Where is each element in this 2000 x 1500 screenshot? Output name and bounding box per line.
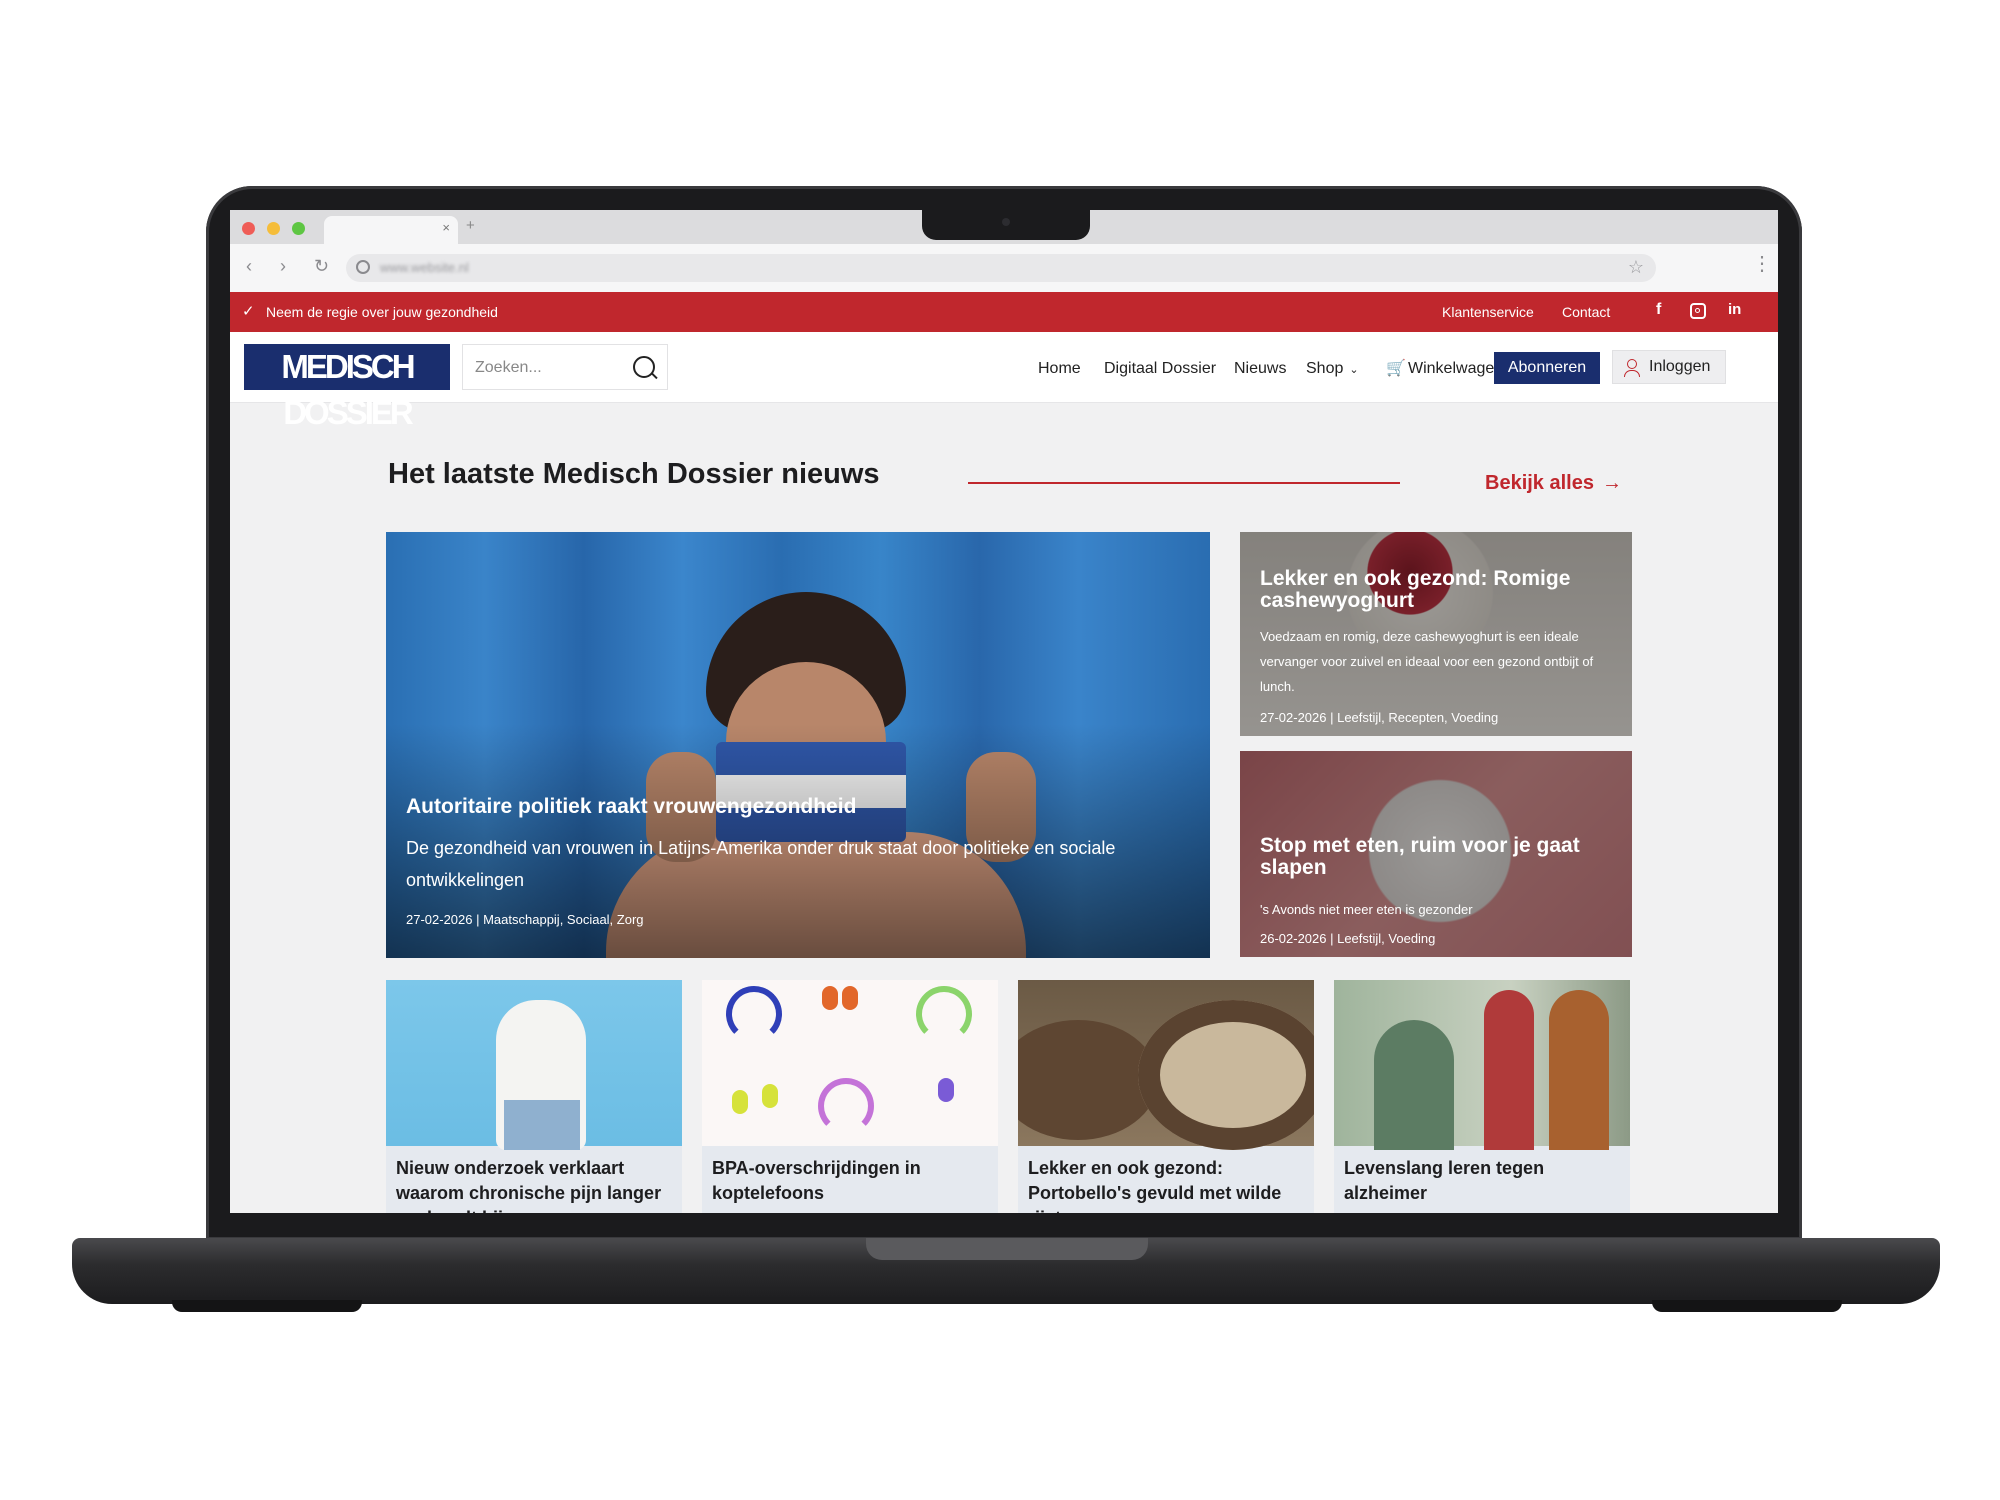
nav-home[interactable]: Home <box>1038 360 1081 378</box>
arrow-right-icon: → <box>1601 472 1622 494</box>
subscribe-button[interactable]: Abonneren <box>1494 352 1600 384</box>
site-logo[interactable]: MEDISCH DOSSIER <box>244 344 450 431</box>
article-title[interactable]: BPA-overschrijdingen in koptelefoons <box>712 1156 988 1206</box>
earbud-icon <box>822 986 838 1010</box>
featured-article-card[interactable]: Autoritaire politiek raakt vrouwengezond… <box>386 532 1210 958</box>
article-card[interactable]: Lekker en ook gezond: Portobello's gevul… <box>1018 980 1314 1213</box>
see-all-link[interactable]: Bekijk alles → <box>1485 472 1622 495</box>
laptop-screen: × + ‹ › ↻ www.website.nl ☆ ⋮ ✓ Neem de r… <box>230 210 1778 1213</box>
login-button[interactable]: Inloggen <box>1612 350 1726 384</box>
nav-nieuws[interactable]: Nieuws <box>1234 360 1286 378</box>
see-all-label: Bekijk alles <box>1485 472 1594 494</box>
laptop-hinge-groove <box>866 1238 1148 1260</box>
customer-service-link[interactable]: Klantenservice <box>1442 304 1534 320</box>
kebab-menu-icon[interactable]: ⋮ <box>1752 254 1772 274</box>
photo-mushroom <box>1138 1000 1314 1150</box>
facebook-icon[interactable]: f <box>1656 301 1661 319</box>
site-top-bar: ✓ Neem de regie over jouw gezondheid Kla… <box>230 292 1778 332</box>
browser-toolbar: ‹ › ↻ www.website.nl ☆ ⋮ <box>230 244 1778 293</box>
article-card[interactable]: Nieuw onderzoek verklaart waarom chronis… <box>386 980 682 1213</box>
camera-icon <box>1002 218 1010 226</box>
nav-shop-label: Shop <box>1306 360 1344 377</box>
camera-notch <box>922 210 1090 240</box>
photo-person <box>1374 1020 1454 1150</box>
login-label: Inloggen <box>1649 358 1711 375</box>
earbud-icon <box>842 986 858 1010</box>
featured-excerpt: De gezondheid van vrouwen in Latijns-Ame… <box>406 838 1116 890</box>
earbud-icon <box>762 1084 778 1108</box>
star-icon[interactable]: ☆ <box>1628 257 1644 278</box>
browser-tab[interactable]: × <box>324 216 458 244</box>
section-divider <box>968 482 1400 484</box>
laptop-foot-left <box>172 1300 362 1312</box>
photo-person <box>1549 990 1609 1150</box>
side-article-card[interactable]: Stop met eten, ruim voor je gaat slapen … <box>1240 751 1632 957</box>
address-bar[interactable]: www.website.nl ☆ <box>346 254 1656 282</box>
side-article-excerpt: Voedzaam en romig, deze cashewyoghurt is… <box>1260 629 1594 694</box>
headphones-icon <box>916 986 972 1042</box>
article-thumbnail[interactable] <box>1334 980 1630 1150</box>
article-card[interactable]: Levenslang leren tegen alzheimer <box>1334 980 1630 1213</box>
featured-title[interactable]: Autoritaire politiek raakt vrouwengezond… <box>406 795 856 819</box>
nav-winkelwagen[interactable]: Winkelwagen <box>1408 360 1503 378</box>
site-header: MEDISCH DOSSIER Home Digitaal Dossier Ni… <box>230 332 1778 431</box>
chevron-down-icon: ⌄ <box>1349 364 1359 376</box>
linkedin-icon[interactable]: in <box>1728 301 1741 318</box>
search-box <box>462 344 668 390</box>
photo-person <box>1484 990 1534 1150</box>
side-article-title[interactable]: Lekker en ook gezond: Romige cashewyoghu… <box>1260 568 1620 612</box>
nav-shop[interactable]: Shop ⌄ <box>1306 360 1359 378</box>
side-article-card[interactable]: Lekker en ook gezond: Romige cashewyoghu… <box>1240 532 1632 736</box>
side-article-excerpt: 's Avonds niet meer eten is gezonder <box>1260 902 1473 917</box>
basket-icon[interactable]: 🛒 <box>1386 358 1406 378</box>
side-article-meta: 27-02-2026 | Leefstijl, Recepten, Voedin… <box>1260 710 1499 725</box>
maximize-window-button[interactable] <box>292 222 305 235</box>
forward-icon[interactable]: › <box>280 256 286 277</box>
minimize-window-button[interactable] <box>267 222 280 235</box>
article-title[interactable]: Levenslang leren tegen alzheimer <box>1344 1156 1620 1206</box>
headphones-icon <box>726 986 782 1042</box>
article-card[interactable]: BPA-overschrijdingen in koptelefoons <box>702 980 998 1213</box>
new-tab-button[interactable]: + <box>466 217 475 234</box>
search-icon[interactable] <box>633 356 655 378</box>
instagram-icon[interactable] <box>1690 301 1706 322</box>
article-thumbnail[interactable] <box>702 980 998 1146</box>
search-icon <box>356 260 370 274</box>
check-icon: ✓ <box>242 303 255 320</box>
back-icon[interactable]: ‹ <box>246 256 252 277</box>
photo-jeans <box>504 1100 580 1150</box>
article-thumbnail[interactable] <box>386 980 682 1150</box>
user-icon <box>1624 359 1640 377</box>
earbud-icon <box>938 1078 954 1102</box>
close-window-button[interactable] <box>242 222 255 235</box>
photo-mushroom <box>1018 1020 1158 1140</box>
featured-meta: 27-02-2026 | Maatschappij, Sociaal, Zorg <box>406 912 644 927</box>
url-text[interactable]: www.website.nl <box>380 260 469 275</box>
article-title[interactable]: Nieuw onderzoek verklaart waarom chronis… <box>396 1156 672 1213</box>
headphones-icon <box>818 1078 874 1134</box>
search-input[interactable] <box>473 355 627 381</box>
contact-link[interactable]: Contact <box>1562 304 1610 320</box>
reload-icon[interactable]: ↻ <box>314 256 329 277</box>
section-title: Het laatste Medisch Dossier nieuws <box>388 458 880 490</box>
article-thumbnail[interactable] <box>1018 980 1314 1150</box>
earbud-icon <box>732 1090 748 1114</box>
tab-close-icon[interactable]: × <box>442 220 450 235</box>
side-article-meta: 26-02-2026 | Leefstijl, Voeding <box>1260 931 1436 946</box>
nav-digitaal-dossier[interactable]: Digitaal Dossier <box>1104 360 1216 378</box>
laptop-foot-right <box>1652 1300 1842 1312</box>
tagline: Neem de regie over jouw gezondheid <box>266 304 498 320</box>
article-title[interactable]: Lekker en ook gezond: Portobello's gevul… <box>1028 1156 1304 1213</box>
side-article-title[interactable]: Stop met eten, ruim voor je gaat slapen <box>1260 835 1620 879</box>
